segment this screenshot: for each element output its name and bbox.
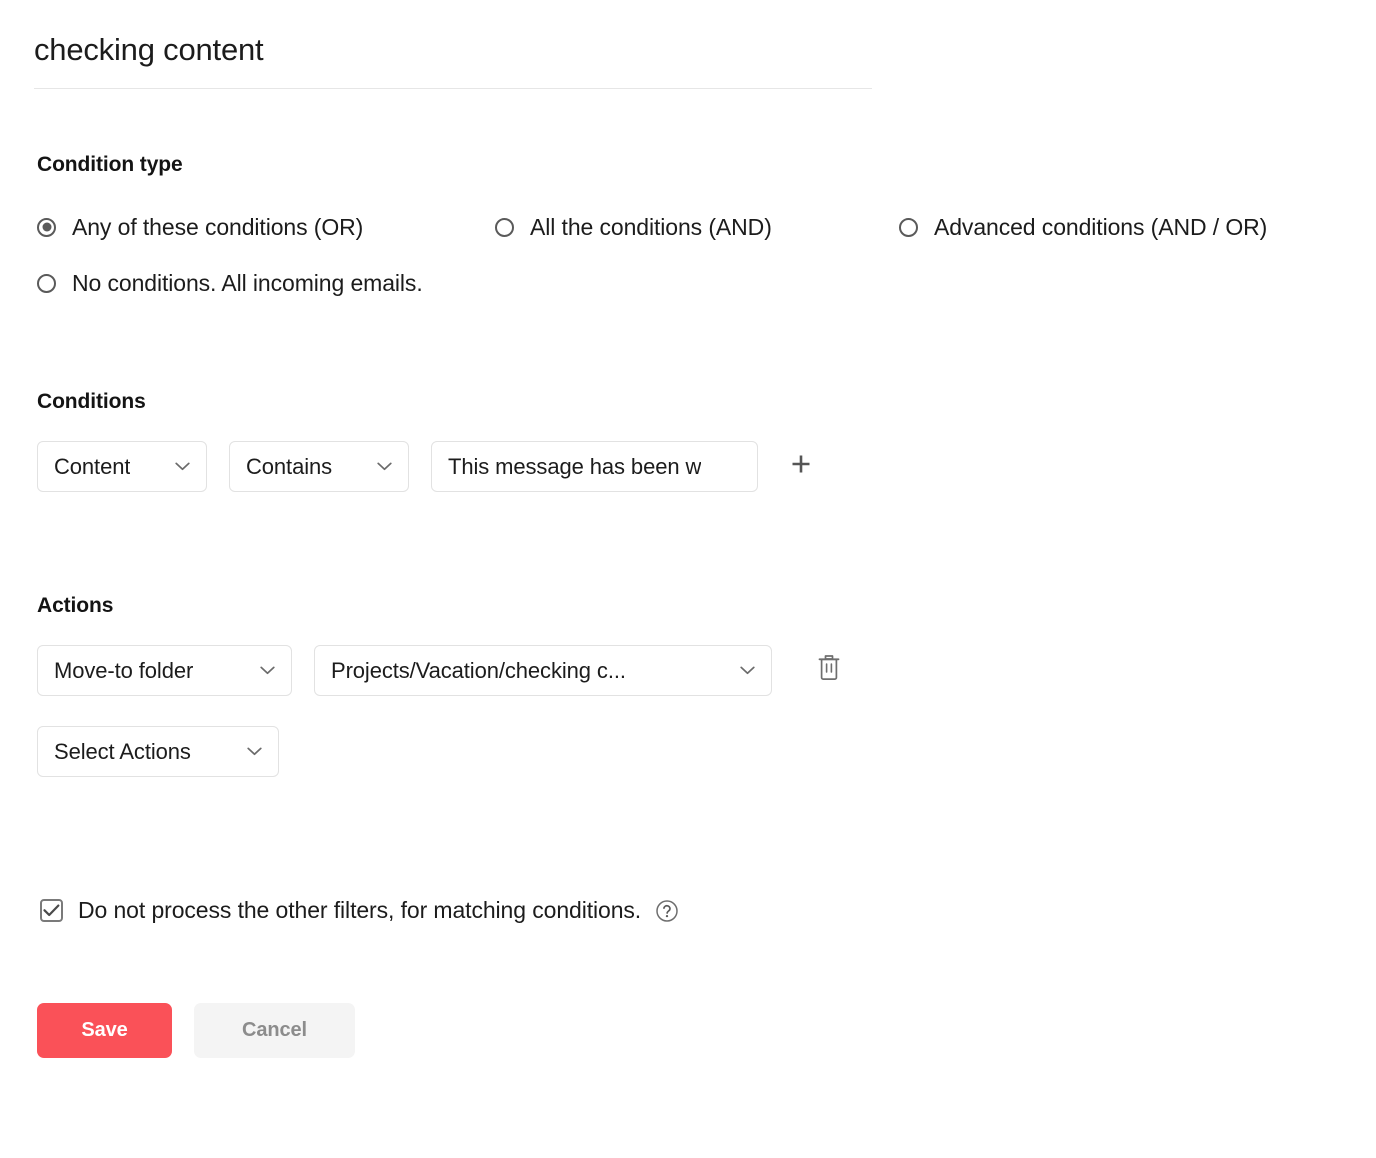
radio-option-advanced-conditions[interactable]: Advanced conditions (AND / OR) [899,205,1267,249]
radio-label-all-the-conditions: All the conditions (AND) [530,214,772,240]
chevron-down-icon [247,747,262,756]
condition-field-dropdown[interactable]: Content [37,441,207,492]
radio-option-all-the-conditions[interactable]: All the conditions (AND) [495,205,772,249]
radio-option-any-of-these-conditions[interactable]: Any of these conditions (OR) [37,205,363,249]
check-icon [43,904,60,917]
radio-label-any-of-these-conditions: Any of these conditions (OR) [72,214,364,240]
radio-label-advanced-conditions: Advanced conditions (AND / OR) [934,214,1268,240]
condition-row: Content Contains This message has been w [37,441,818,492]
radio-icon-selected[interactable] [37,217,56,237]
action-type-dropdown[interactable]: Move-to folder [37,645,292,696]
select-actions-dropdown[interactable]: Select Actions [37,726,279,777]
conditions-section: Conditions Content Contains This message… [37,390,818,492]
actions-section: Actions Move-to folder Projects/Vacation… [37,594,846,777]
action-target-folder-value: Projects/Vacation/checking c... [331,657,626,683]
question-circle-icon[interactable] [655,899,679,923]
radio-label-no-conditions: No conditions. All incoming emails. [72,270,423,296]
delete-action-button[interactable] [812,653,846,689]
plus-icon [789,452,813,481]
condition-type-heading: Condition type [37,153,183,176]
trash-icon [816,653,842,688]
chevron-down-icon [377,462,392,471]
condition-field-value: Content [54,453,131,479]
condition-operator-dropdown[interactable]: Contains [229,441,409,492]
form-button-row: Save Cancel [37,1003,355,1058]
condition-operator-value: Contains [246,453,333,479]
page-title: checking content [34,32,264,67]
chevron-down-icon [175,462,190,471]
skip-other-filters-checkbox[interactable] [40,899,63,922]
actions-heading: Actions [37,594,114,617]
radio-icon-unselected[interactable] [37,273,56,293]
header-divider [34,88,872,89]
cancel-button[interactable]: Cancel [194,1003,355,1058]
condition-value-text: This message has been w [448,453,702,479]
select-actions-value: Select Actions [54,738,191,764]
action-type-value: Move-to folder [54,657,194,683]
chevron-down-icon [260,666,275,675]
condition-type-radio-group: Any of these conditions (OR) All the con… [37,205,1357,305]
conditions-heading: Conditions [37,390,146,413]
action-target-folder-dropdown[interactable]: Projects/Vacation/checking c... [314,645,772,696]
condition-value-input[interactable]: This message has been w [431,441,758,492]
skip-other-filters-row: Do not process the other filters, for ma… [40,897,679,924]
radio-icon-unselected[interactable] [899,217,918,237]
condition-type-section: Condition type Any of these conditions (… [37,153,1357,305]
filter-editor-page: checking content Condition type Any of t… [0,0,1376,1158]
skip-other-filters-label: Do not process the other filters, for ma… [78,897,642,923]
action-row: Move-to folder Projects/Vacation/checkin… [37,645,846,696]
add-condition-button[interactable] [784,450,818,484]
chevron-down-icon [740,666,755,675]
save-button[interactable]: Save [37,1003,172,1058]
page-header: checking content [34,30,872,89]
radio-option-no-conditions[interactable]: No conditions. All incoming emails. [37,261,423,305]
radio-icon-unselected[interactable] [495,217,514,237]
